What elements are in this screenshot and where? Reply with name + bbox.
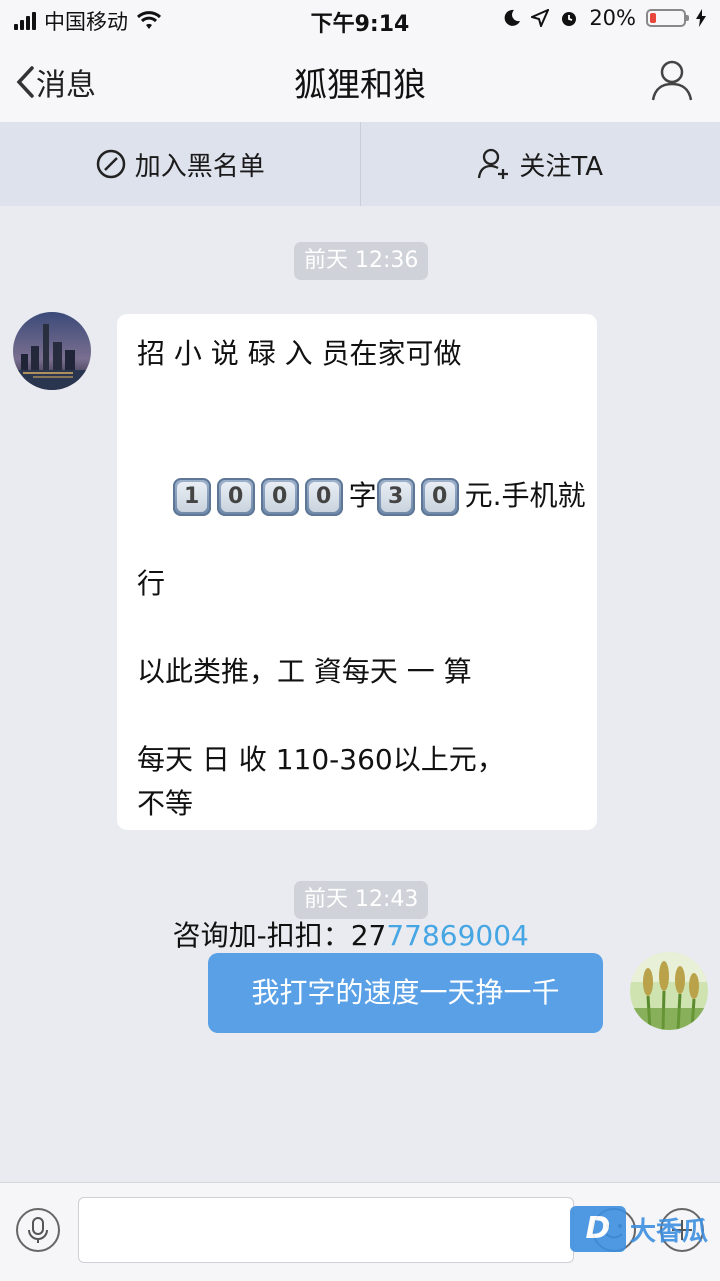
page-title: 狐狸和狼: [0, 58, 720, 106]
message-line: 以此类推，工 資每天 一 算: [137, 650, 577, 694]
keycap-digit: 0: [261, 478, 299, 516]
follow-button[interactable]: 关注TA: [361, 122, 720, 206]
message-line-blank: [137, 694, 577, 738]
outgoing-message-bubble[interactable]: 我打字的速度一天挣一千: [208, 953, 603, 1033]
person-icon[interactable]: [650, 58, 694, 102]
incoming-message-bubble[interactable]: 招 小 说 碌 入 员在家可做 1000字30元.手机就 行 以此类推，工 資每…: [117, 314, 597, 830]
keycap-digit: 1: [173, 478, 211, 516]
watermark: D 大香瓜: [570, 1206, 708, 1252]
message-line-blank: [137, 606, 577, 650]
watermark-text: 大香瓜: [630, 1211, 708, 1248]
keycap-digit: 0: [305, 478, 343, 516]
nav-bar: 消息 狐狸和狼: [0, 40, 720, 122]
message-timestamp: 前天 12:43: [294, 881, 428, 919]
keycap-digit: 3: [377, 478, 415, 516]
battery-percent: 20%: [589, 6, 636, 30]
message-line-blank: [137, 376, 577, 420]
message-line: 1000字30元.手机就: [137, 430, 577, 562]
add-person-icon: [477, 148, 511, 180]
avatar[interactable]: [13, 312, 91, 390]
microphone-icon[interactable]: [16, 1208, 60, 1252]
message-line-blank: [137, 826, 577, 870]
keycap-digit: 0: [217, 478, 255, 516]
message-text: 元.手机就: [465, 479, 586, 512]
blacklist-label: 加入黑名单: [135, 146, 265, 183]
moon-icon: [503, 9, 521, 27]
block-icon: [95, 148, 127, 180]
message-line: 每天 日 收 110-360以上元，: [137, 738, 577, 782]
message-timestamp: 前天 12:36: [294, 242, 428, 280]
status-bar: 中国移动 下午9:14 20%: [0, 0, 720, 40]
message-line: 不等: [137, 782, 577, 826]
message-line: 行: [137, 562, 577, 606]
blacklist-button[interactable]: 加入黑名单: [0, 122, 360, 206]
contact-prefix: 咨询加-扣扣：27: [173, 919, 387, 952]
message-line: 招 小 说 碌 入 员在家可做: [137, 332, 577, 376]
alarm-icon: [559, 8, 579, 28]
phone-link[interactable]: 77869004: [386, 919, 529, 952]
keycap-digit: 0: [421, 478, 459, 516]
watermark-logo: D: [570, 1206, 626, 1252]
message-input[interactable]: [78, 1197, 574, 1263]
action-bar: 加入黑名单 关注TA: [0, 122, 720, 206]
charging-icon: [696, 9, 706, 27]
follow-label: 关注TA: [519, 146, 603, 183]
avatar[interactable]: [630, 952, 708, 1030]
message-text: 字: [349, 479, 377, 512]
location-icon: [531, 9, 549, 27]
battery-icon: [646, 9, 686, 27]
